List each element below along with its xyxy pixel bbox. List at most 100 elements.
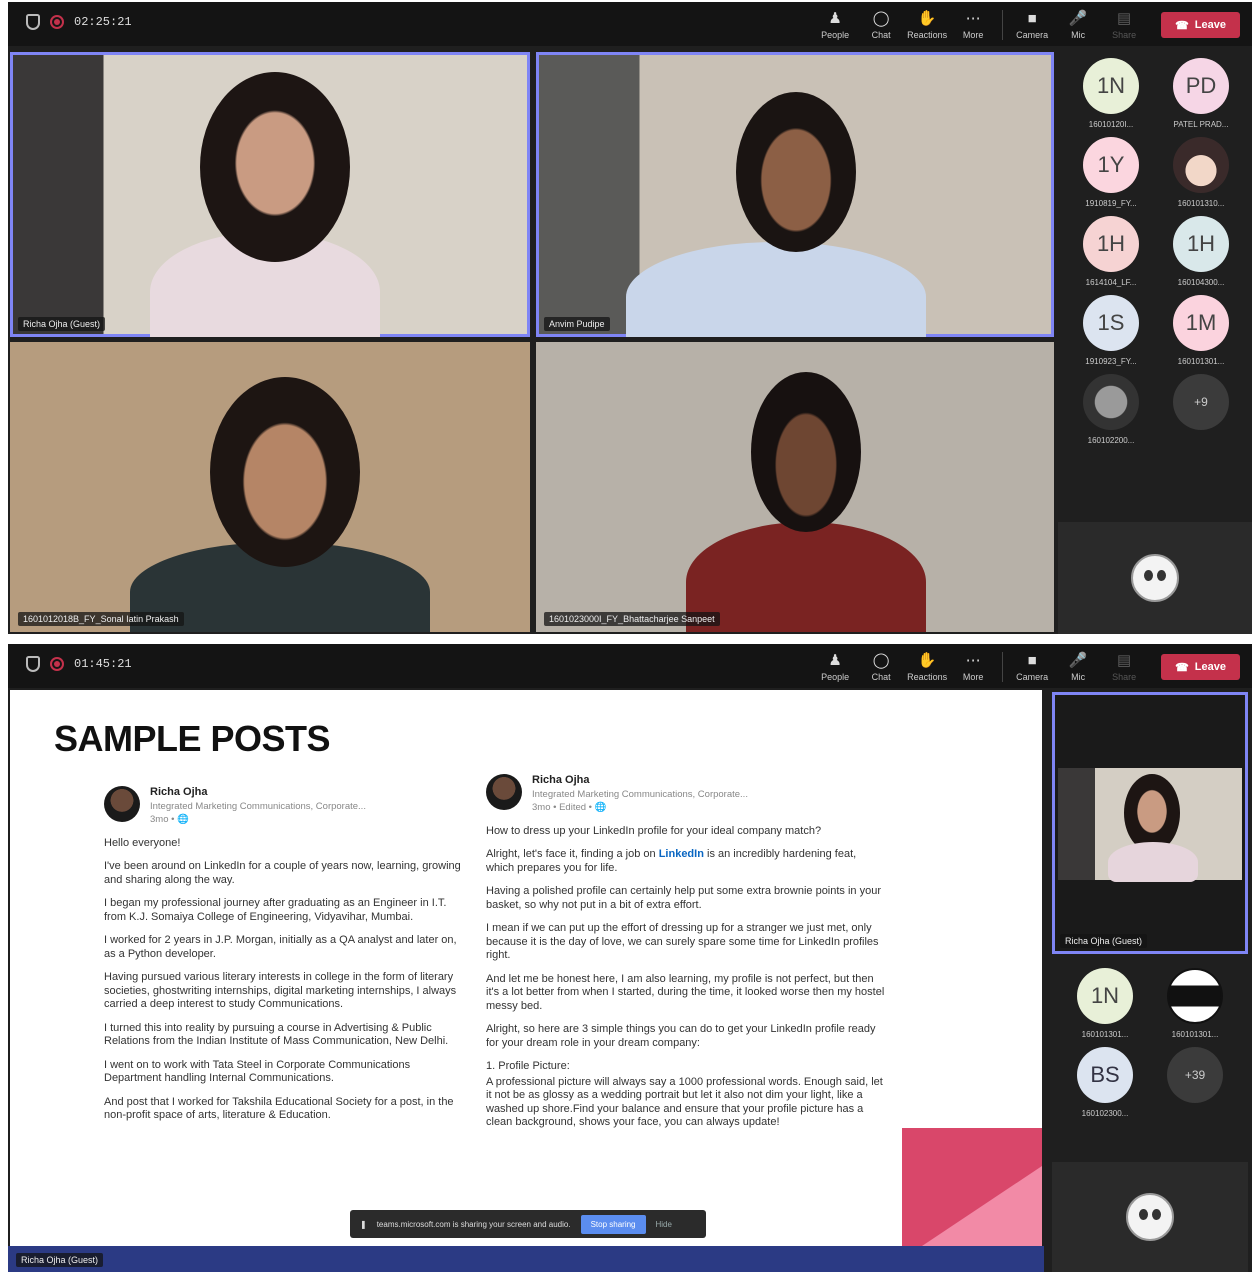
stop-sharing-button[interactable]: Stop sharing [580,1214,646,1234]
participant-video [736,92,856,252]
linkedin-link[interactable]: LinkedIn [659,848,704,860]
shield-icon [26,14,40,30]
participant-item[interactable]: 1Y 1910819_FY... [1066,137,1156,208]
toolbar-divider [1002,652,1004,682]
share-button[interactable]: ▤ Share [1101,648,1147,686]
more-icon: ⋯ [965,9,981,27]
post-paragraph: I worked for 2 years in J.P. Morgan, ini… [104,934,457,960]
participant-item[interactable]: 160101310... [1156,137,1246,208]
self-view [1058,522,1252,634]
participant-item[interactable]: BS 160102300... [1060,1047,1150,1118]
slide-decoration [922,1166,1042,1246]
mic-button[interactable]: 🎤 Mic [1055,648,1101,686]
camera-button[interactable]: ■ Camera [1009,6,1055,44]
post-author: Richa Ojha [532,774,590,786]
post-paragraph: And post that I worked for Takshila Educ… [104,1095,454,1122]
participant-label: 160101301... [1171,1030,1219,1039]
participant-item[interactable]: 1H 160104300... [1156,216,1246,287]
participant-label: 160101310... [1177,199,1225,208]
participant-item[interactable]: 160102200... [1066,374,1156,445]
participant-item[interactable]: 1M 160101301... [1156,295,1246,366]
post-author: Richa Ojha [150,786,208,798]
chat-icon: ◯ [872,651,890,669]
post-paragraph: A professional picture will always say a… [486,1075,883,1129]
participant-item[interactable]: 1S 1910923_FY... [1066,295,1156,366]
post-paragraph: And let me be honest here, I am also lea… [486,972,885,1012]
post-paragraph: Having a polished profile can certainly … [486,885,881,911]
self-avatar-icon [1126,1193,1174,1241]
post-meta: 3mo • Edited • 🌐 [532,802,607,813]
more-participants[interactable]: +9 [1156,374,1246,445]
chat-button[interactable]: ◯ Chat [858,6,904,44]
mic-button[interactable]: 🎤 Mic [1055,6,1101,44]
leave-button[interactable]: ☎ Leave [1161,12,1240,38]
people-button[interactable]: ♟ People [812,648,858,686]
participant-roster: Richa Ojha (Guest) 1N 160101301... 160101… [1048,690,1252,1272]
avatar: 1S [1083,295,1139,351]
leave-button[interactable]: ☎ Leave [1161,654,1240,680]
linkedin-post-2: Richa Ojha Integrated Marketing Communic… [486,774,886,1140]
avatar: 1H [1083,216,1139,272]
avatar [1167,968,1223,1024]
post-paragraph: How to dress up your LinkedIn profile fo… [486,824,822,837]
meeting-timer: 01:45:21 [74,657,132,671]
more-icon: ⋯ [965,651,981,669]
presenter-video-tile[interactable]: Richa Ojha (Guest) [1052,692,1248,954]
participant-label: 16010120I... [1088,120,1134,129]
reactions-button[interactable]: ✋ Reactions [904,6,950,44]
video-tile[interactable]: 1601023000I_FY_Bhattacharjee Sanpeet [536,342,1054,632]
participant-item[interactable]: 1H 1614104_LF... [1066,216,1156,287]
recording-icon [50,15,64,29]
video-tile[interactable]: Richa Ojha (Guest) [10,52,530,337]
overflow-count: +39 [1167,1047,1223,1103]
participant-name: 1601023000I_FY_Bhattacharjee Sanpeet [544,612,720,626]
participant-item[interactable]: PD PATEL PRAD... [1156,58,1246,129]
more-participants[interactable]: +39 [1150,1047,1240,1118]
reactions-button[interactable]: ✋ Reactions [904,648,950,686]
slide-title: SAMPLE POSTS [54,718,331,759]
camera-button[interactable]: ■ Camera [1009,648,1055,686]
phone-icon: ☎ [1175,19,1189,32]
participant-item[interactable]: 160101301... [1150,968,1240,1039]
more-button[interactable]: ⋯ More [950,6,996,44]
participant-name: Richa Ojha (Guest) [18,317,106,331]
people-icon: ♟ [828,9,842,27]
participant-video [686,522,926,632]
sharing-message: teams.microsoft.com is sharing your scre… [376,1219,571,1229]
meeting-screenshot-sharing: 01:45:21 ♟ People ◯ Chat ✋ Reactions ⋯ More … [8,644,1252,1272]
presenter-bar: Richa Ojha (Guest) [8,1246,1044,1272]
meeting-toolbar: 02:25:21 ♟ People ◯ Chat ✋ Reactions ⋯ More … [8,2,1252,46]
shield-icon [26,656,40,672]
post-paragraph: I've been around on LinkedIn for a coupl… [104,860,461,886]
sharing-notification-bar: ❚ teams.microsoft.com is sharing your sc… [350,1210,706,1238]
people-icon: ♟ [828,651,842,669]
more-button[interactable]: ⋯ More [950,648,996,686]
chat-button[interactable]: ◯ Chat [858,648,904,686]
meeting-timer: 02:25:21 [74,15,132,29]
participant-label: 160101301... [1177,357,1225,366]
post-paragraph: Having pursued various literary interest… [104,971,457,1010]
participant-name: Richa Ojha (Guest) [1060,934,1148,948]
meeting-screenshot-gallery: 02:25:21 ♟ People ◯ Chat ✋ Reactions ⋯ More … [8,2,1252,634]
participant-label: PATEL PRAD... [1173,120,1229,129]
recording-icon [50,657,64,671]
share-button[interactable]: ▤ Share [1101,6,1147,44]
meeting-toolbar: 01:45:21 ♟ People ◯ Chat ✋ Reactions ⋯ More … [8,644,1252,688]
hide-button[interactable]: Hide [656,1220,672,1229]
share-icon: ▤ [1117,9,1132,27]
participant-label: 160102300... [1081,1109,1129,1118]
chat-icon: ◯ [872,9,890,27]
participant-video [1108,842,1198,882]
participant-roster: 1N 16010120I... PD PATEL PRAD... 1Y 1910819… [1058,48,1252,634]
participant-item[interactable]: 1N 160101301... [1060,968,1150,1039]
participant-label: 1614104_LF... [1085,278,1137,287]
avatar: 1M [1173,295,1229,351]
video-tile[interactable]: Anvim Pudipe [536,52,1054,337]
pause-icon: ❚ [360,1219,367,1229]
participant-name: 1601012018B_FY_Sonal Iatin Prakash [18,612,184,626]
participant-item[interactable]: 1N 16010120I... [1066,58,1156,129]
avatar [1083,374,1139,430]
mic-muted-icon: 🎤 [1068,9,1088,27]
video-tile[interactable]: 1601012018B_FY_Sonal Iatin Prakash [10,342,530,632]
people-button[interactable]: ♟ People [812,6,858,44]
